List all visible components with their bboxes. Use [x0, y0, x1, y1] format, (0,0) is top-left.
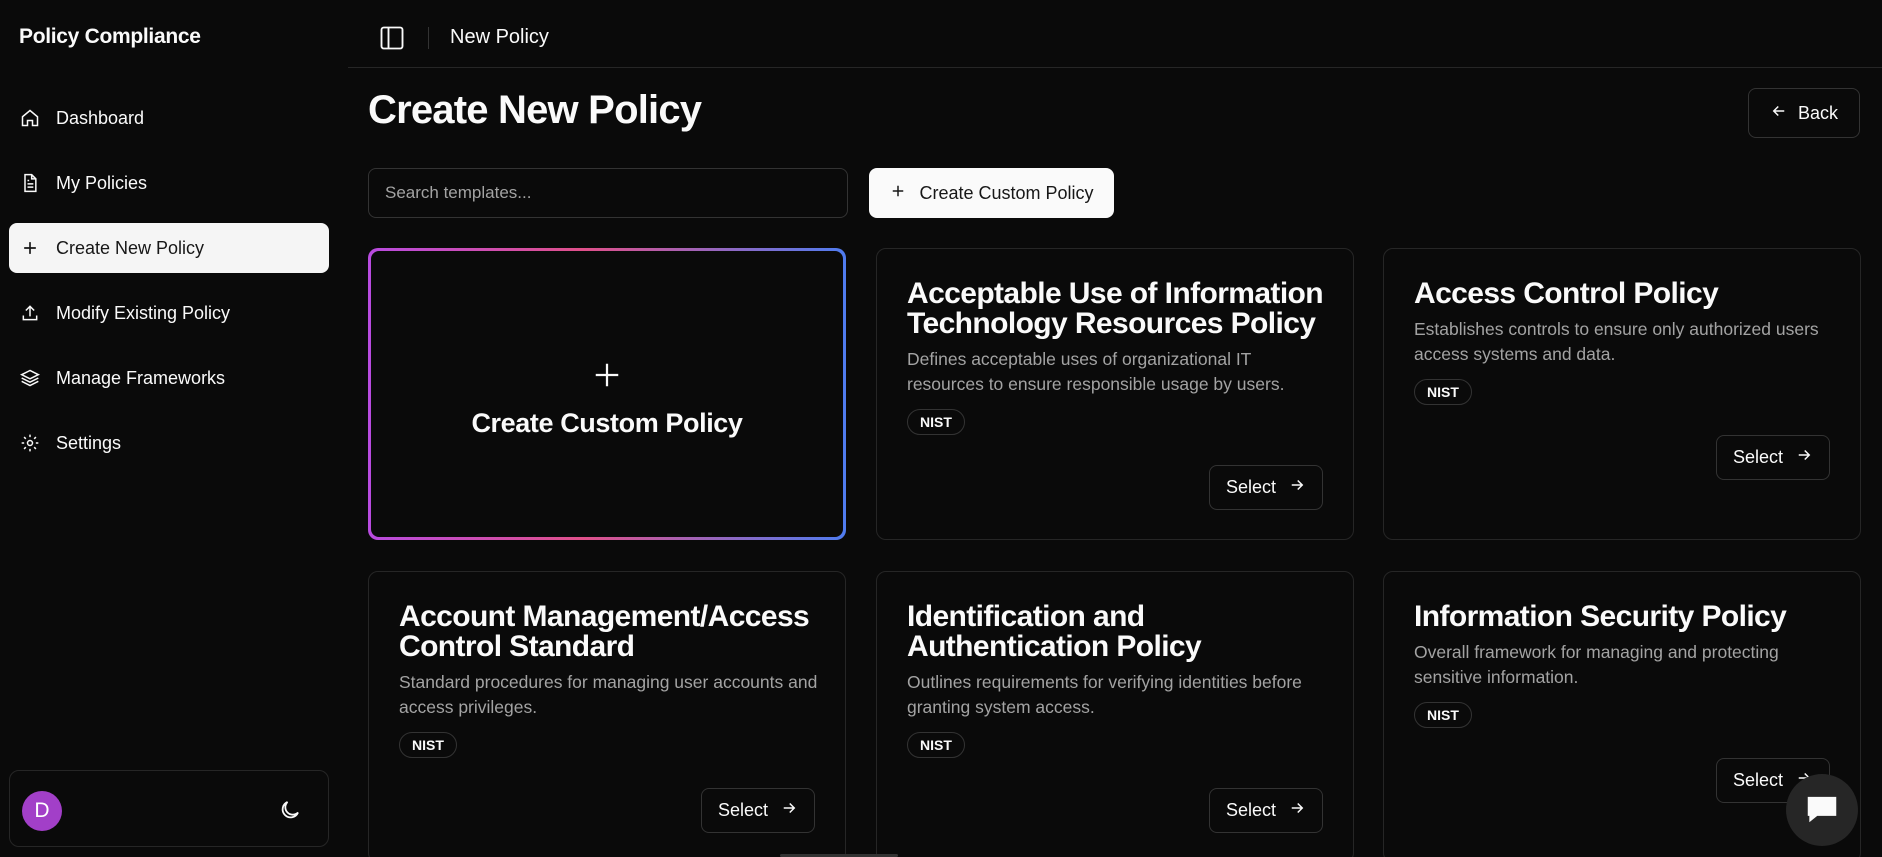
- plus-icon: [19, 237, 41, 259]
- sidebar-item-modify-existing-policy[interactable]: Modify Existing Policy: [9, 288, 329, 338]
- sidebar-item-label: My Policies: [56, 172, 148, 193]
- select-label: Select: [1225, 477, 1277, 497]
- custom-policy-card[interactable]: Create Custom Policy: [368, 248, 846, 540]
- select-button[interactable]: Select: [1209, 465, 1323, 510]
- select-label: Select: [717, 800, 769, 820]
- framework-badge: NIST: [1414, 702, 1472, 728]
- layers-icon: [19, 367, 41, 389]
- upload-icon: [19, 302, 41, 324]
- select-button[interactable]: Select: [1209, 788, 1323, 833]
- sidebar-item-label: Create New Policy: [56, 237, 205, 258]
- template-card: Access Control Policy Establishes contro…: [1383, 248, 1861, 540]
- template-description: Defines acceptable uses of organizationa…: [907, 349, 1285, 394]
- template-card: Acceptable Use of Information Technology…: [876, 248, 1354, 540]
- select-label: Select: [1732, 770, 1784, 790]
- search-input[interactable]: [368, 168, 848, 218]
- template-title: Acceptable Use of Information Technology…: [907, 277, 1324, 340]
- sidebar: Policy Compliance Dashboard My Policies …: [0, 0, 348, 857]
- plus-icon: [592, 360, 622, 396]
- template-title: Information Security Policy: [1414, 600, 1787, 633]
- sidebar-item-my-policies[interactable]: My Policies: [9, 158, 329, 208]
- template-description: Standard procedures for managing user ac…: [399, 672, 818, 717]
- sidebar-item-label: Modify Existing Policy: [56, 302, 231, 323]
- template-card: Account Management/Access Control Standa…: [368, 571, 846, 857]
- framework-badge: NIST: [907, 732, 965, 758]
- arrow-right-icon: [1288, 476, 1306, 499]
- user-panel: D: [9, 770, 329, 847]
- framework-badge: NIST: [1414, 379, 1472, 405]
- framework-badge: NIST: [399, 732, 457, 758]
- gear-icon: [19, 432, 41, 454]
- framework-badge: NIST: [907, 409, 965, 435]
- breadcrumb: New Policy: [450, 26, 549, 48]
- sidebar-item-settings[interactable]: Settings: [9, 418, 329, 468]
- divider: [428, 27, 429, 49]
- sidebar-nav: Dashboard My Policies Create New Policy …: [9, 93, 329, 483]
- back-label: Back: [1797, 102, 1839, 123]
- sidebar-item-manage-frameworks[interactable]: Manage Frameworks: [9, 353, 329, 403]
- plus-icon: [889, 182, 907, 205]
- top-bar: New Policy: [348, 0, 1882, 68]
- sidebar-item-dashboard[interactable]: Dashboard: [9, 93, 329, 143]
- home-icon: [19, 107, 41, 129]
- sidebar-toggle-icon[interactable]: [378, 24, 406, 52]
- back-button[interactable]: Back: [1748, 88, 1860, 138]
- select-button[interactable]: Select: [1716, 435, 1830, 480]
- template-title: Identification and Authentication Policy: [907, 600, 1202, 663]
- select-button[interactable]: Select: [701, 788, 815, 833]
- template-description: Overall framework for managing and prote…: [1414, 642, 1779, 687]
- app-title: Policy Compliance: [19, 25, 201, 48]
- template-card: Identification and Authentication Policy…: [876, 571, 1354, 857]
- moon-icon[interactable]: [278, 798, 302, 822]
- template-description: Outlines requirements for verifying iden…: [907, 672, 1302, 717]
- arrow-right-icon: [1795, 446, 1813, 469]
- page-title: Create New Policy: [368, 88, 702, 132]
- sidebar-item-label: Manage Frameworks: [56, 367, 226, 388]
- chat-icon: [1803, 789, 1841, 832]
- chat-launcher-button[interactable]: [1786, 774, 1858, 846]
- create-custom-policy-button[interactable]: Create Custom Policy: [869, 168, 1114, 218]
- select-label: Select: [1225, 800, 1277, 820]
- arrow-right-icon: [780, 799, 798, 822]
- arrow-right-icon: [1288, 799, 1306, 822]
- select-label: Select: [1732, 447, 1784, 467]
- document-icon: [19, 172, 41, 194]
- create-custom-label: Create Custom Policy: [919, 182, 1094, 203]
- custom-card-label: Create Custom Policy: [471, 407, 743, 438]
- sidebar-item-create-new-policy[interactable]: Create New Policy: [9, 223, 329, 273]
- avatar[interactable]: D: [22, 791, 62, 831]
- sidebar-item-label: Dashboard: [56, 107, 145, 128]
- template-description: Establishes controls to ensure only auth…: [1414, 319, 1819, 364]
- template-title: Account Management/Access Control Standa…: [399, 600, 810, 663]
- arrow-left-icon: [1770, 102, 1788, 125]
- sidebar-item-label: Settings: [56, 432, 122, 453]
- template-title: Access Control Policy: [1414, 277, 1719, 310]
